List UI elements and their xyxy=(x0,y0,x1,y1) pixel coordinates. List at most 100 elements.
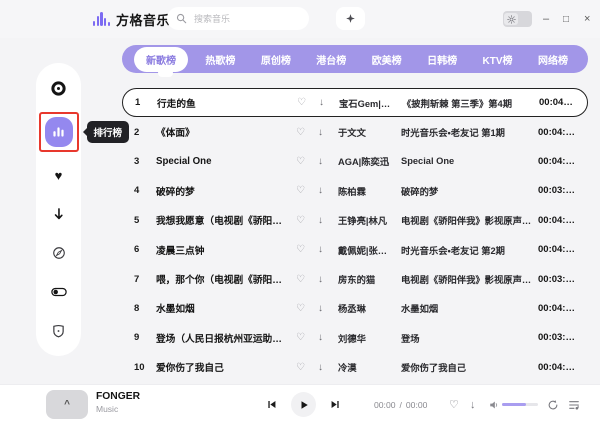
tab-4[interactable]: 欧美榜 xyxy=(364,48,410,71)
volume-slider[interactable] xyxy=(502,403,538,406)
song-row[interactable]: 7喂，那个你（电视剧《骄阳伴我》...♡↓房东的猫电视剧《骄阳伴我》影视原声大碟… xyxy=(122,264,588,293)
favorite-icon[interactable]: ♡ xyxy=(296,274,318,285)
song-artist: 王铮亮|林凡 xyxy=(338,213,401,227)
favorite-icon[interactable]: ♡ xyxy=(296,215,318,226)
rank-number: 1 xyxy=(135,97,157,108)
tab-5[interactable]: 日韩榜 xyxy=(419,48,465,71)
ranking-chart-icon xyxy=(52,126,65,138)
tab-2[interactable]: 原创榜 xyxy=(253,48,299,71)
song-duration: 00:04:53 xyxy=(539,97,574,108)
song-duration: 00:04:31 xyxy=(538,244,575,255)
favorite-icon[interactable]: ♡ xyxy=(296,362,318,373)
song-row[interactable]: 9登场（人民日报杭州亚运助威曲）♡↓刘德华登场00:03:31 xyxy=(122,323,588,352)
sidebar-item-favorites[interactable]: ♥ xyxy=(48,166,70,186)
song-duration: 00:03:57 xyxy=(538,185,575,196)
rank-number: 5 xyxy=(134,215,156,226)
sidebar-item-history[interactable] xyxy=(48,243,70,263)
download-icon[interactable]: ↓ xyxy=(318,362,338,373)
favorite-icon[interactable]: ♡ xyxy=(296,127,318,138)
album-art[interactable]: ^ xyxy=(46,390,88,419)
speaker-icon[interactable] xyxy=(489,385,499,424)
player-favorite-icon[interactable]: ♡ xyxy=(449,385,459,424)
tab-7[interactable]: 网络榜 xyxy=(530,48,576,71)
song-duration: 00:04:03 xyxy=(538,362,575,373)
song-row[interactable]: 5我想我愿意（电视剧《骄阳伴我》...♡↓王铮亮|林凡电视剧《骄阳伴我》影视原声… xyxy=(122,206,588,235)
song-row[interactable]: 4破碎的梦♡↓陈柏霖破碎的梦00:03:57 xyxy=(122,176,588,205)
close-button[interactable]: × xyxy=(584,0,590,38)
chevron-up-icon: ^ xyxy=(64,399,70,410)
player-subtitle: Music xyxy=(96,404,140,415)
download-icon[interactable]: ↓ xyxy=(318,274,338,285)
song-album: 《披荆斩棘 第三季》第4期 xyxy=(402,96,539,110)
favorite-icon[interactable]: ♡ xyxy=(296,185,318,196)
tab-0[interactable]: 新歌榜 xyxy=(134,47,188,72)
play-button[interactable] xyxy=(291,392,316,417)
heart-icon: ♥ xyxy=(55,169,63,182)
song-duration: 00:04:28 xyxy=(538,215,575,226)
song-artist: 杨丞琳 xyxy=(338,301,401,315)
playlist-icon[interactable] xyxy=(568,385,580,424)
favorite-icon[interactable]: ♡ xyxy=(296,303,318,314)
song-row[interactable]: 6凌晨三点钟♡↓戴佩妮|张智成时光音乐会•老友记 第2期00:04:31 xyxy=(122,235,588,264)
favorite-icon[interactable]: ♡ xyxy=(297,97,319,108)
tabbar: 新歌榜热歌榜原创榜港台榜欧美榜日韩榜 KTV榜网络榜 xyxy=(122,45,588,73)
song-artist: 冷漠 xyxy=(338,360,401,374)
back-icon[interactable]: ‹ xyxy=(131,0,136,38)
minimize-button[interactable]: – xyxy=(543,0,549,38)
song-album: 破碎的梦 xyxy=(401,184,538,198)
song-row[interactable]: 10爱你伤了我自己♡↓冷漠爱你伤了我自己00:04:03 xyxy=(122,353,588,382)
song-row[interactable]: 2《体面》♡↓于文文时光音乐会•老友记 第1期00:04:19 xyxy=(122,117,588,146)
song-artist: 刘德华 xyxy=(338,331,401,345)
song-title: 爱你伤了我自己 xyxy=(156,360,296,374)
favorite-icon[interactable]: ♡ xyxy=(296,332,318,343)
song-duration: 00:03:31 xyxy=(538,332,575,343)
sun-icon xyxy=(504,13,518,25)
song-album: 水墨如烟 xyxy=(401,301,538,315)
download-icon[interactable]: ↓ xyxy=(318,332,338,343)
download-icon[interactable]: ↓ xyxy=(319,97,339,108)
song-artist: 陈柏霖 xyxy=(338,184,401,198)
volume-fill xyxy=(502,403,526,406)
forward-icon[interactable]: › xyxy=(150,0,155,38)
previous-button[interactable] xyxy=(266,385,277,424)
download-icon[interactable]: ↓ xyxy=(318,127,338,138)
song-row[interactable]: 8水墨如烟♡↓杨丞琳水墨如烟00:04:42 xyxy=(122,294,588,323)
download-icon[interactable]: ↓ xyxy=(318,185,338,196)
sparkle-icon xyxy=(345,13,356,24)
player-download-icon[interactable]: ↓ xyxy=(470,385,476,424)
tab-3[interactable]: 港台榜 xyxy=(308,48,354,71)
compass-icon xyxy=(52,246,66,260)
song-row[interactable]: 3Special One♡↓AGA|陈奕迅Special One00:04:43 xyxy=(122,147,588,176)
tab-6[interactable]: KTV榜 xyxy=(475,48,521,71)
search-input[interactable] xyxy=(192,13,300,25)
sidebar: 排行榜 ♥ xyxy=(36,63,81,356)
song-list: 1行走的鱼♡↓宝石Gem|李...《披荆斩棘 第三季》第4期00:04:532《… xyxy=(122,88,588,382)
sidebar-item-disc[interactable] xyxy=(48,78,70,98)
song-album: 电视剧《骄阳伴我》影视原声大碟 xyxy=(401,213,538,227)
download-icon[interactable]: ↓ xyxy=(318,244,338,255)
song-title: 《体面》 xyxy=(156,125,296,139)
search-box[interactable] xyxy=(167,7,309,30)
maximize-button[interactable]: □ xyxy=(563,0,569,38)
repeat-icon[interactable] xyxy=(547,385,559,424)
song-title: 凌晨三点钟 xyxy=(156,243,296,257)
rank-number: 3 xyxy=(134,156,156,167)
sidebar-item-toggle[interactable] xyxy=(48,282,70,302)
download-icon[interactable]: ↓ xyxy=(318,215,338,226)
download-icon[interactable]: ↓ xyxy=(318,303,338,314)
app-title: 方格音乐 xyxy=(116,10,170,29)
favorite-icon[interactable]: ♡ xyxy=(296,244,318,255)
theme-toggle[interactable] xyxy=(503,11,532,27)
sidebar-item-profile[interactable] xyxy=(48,321,70,341)
disc-icon xyxy=(51,81,66,96)
download-icon[interactable]: ↓ xyxy=(318,156,338,167)
sidebar-item-downloads[interactable] xyxy=(48,204,70,224)
sidebar-item-ranking[interactable]: 排行榜 xyxy=(45,117,73,147)
favorite-icon[interactable]: ♡ xyxy=(296,156,318,167)
next-button[interactable] xyxy=(330,385,341,424)
song-row[interactable]: 1行走的鱼♡↓宝石Gem|李...《披荆斩棘 第三季》第4期00:04:53 xyxy=(122,88,588,117)
song-album: Special One xyxy=(401,156,538,166)
song-artist: 于文文 xyxy=(338,125,401,139)
sparkle-button[interactable] xyxy=(336,7,365,30)
tab-1[interactable]: 热歌榜 xyxy=(197,48,243,71)
